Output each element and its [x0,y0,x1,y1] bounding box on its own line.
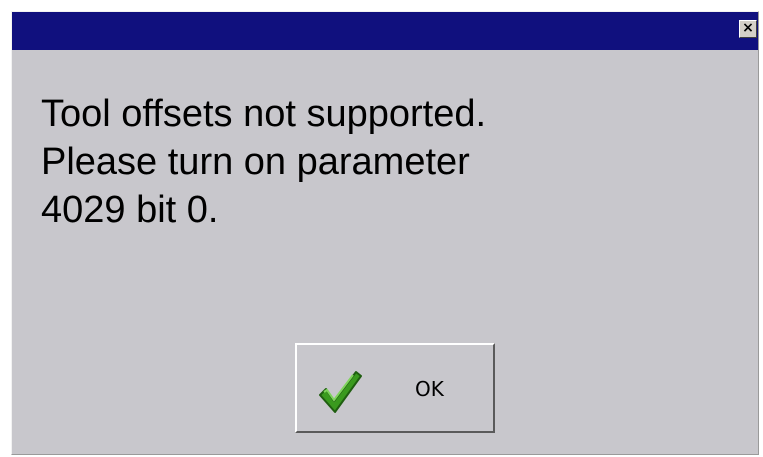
close-icon: × [742,20,754,36]
message-line-3: 4029 bit 0. [41,189,219,231]
message-line-1: Tool offsets not supported. [41,93,487,135]
close-button[interactable]: × [739,20,757,38]
message-text: Tool offsets not supported. Please turn … [41,90,486,234]
checkmark-icon [319,371,362,413]
message-line-2: Please turn on parameter [41,141,470,183]
message-dialog: × Tool offsets not supported. Please tur… [11,11,759,455]
dialog-titlebar: × [12,12,758,50]
ok-button[interactable]: OK [295,343,495,433]
ok-button-label: OK [415,377,444,401]
